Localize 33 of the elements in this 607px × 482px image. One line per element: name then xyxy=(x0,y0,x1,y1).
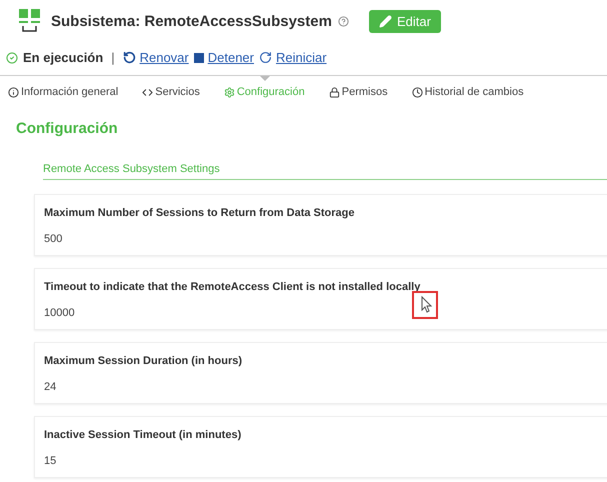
refresh-icon xyxy=(122,51,136,64)
action-link[interactable]: Detener xyxy=(194,50,254,65)
tab[interactable]: Historial de cambios xyxy=(412,86,524,98)
subsystem-logo-icon xyxy=(19,9,41,33)
code-icon xyxy=(142,86,154,98)
setting-label: Maximum Session Duration (in hours) xyxy=(44,355,244,367)
clock-icon xyxy=(412,86,423,98)
status-label: En ejecución xyxy=(23,50,104,65)
separator: | xyxy=(111,50,115,65)
section-heading: Configuración xyxy=(15,119,119,137)
setting-label: Timeout to indicate that the RemoteAccess Client is not installed locally xyxy=(44,281,422,293)
help-icon[interactable] xyxy=(338,16,349,26)
action-link[interactable]: Renovar xyxy=(122,50,189,65)
setting-value: 10000 xyxy=(44,307,76,319)
group-title: Remote Access Subsystem Settings xyxy=(43,163,607,180)
pencil-icon xyxy=(378,14,392,28)
restart-icon xyxy=(258,51,272,64)
setting-label: Inactive Session Timeout (in minutes) xyxy=(44,429,242,441)
tab[interactable]: Permisos xyxy=(328,86,388,98)
stop-icon xyxy=(194,52,204,62)
cursor-highlight-icon xyxy=(412,291,438,319)
setting-label: Maximum Number of Sessions to Return from Data Storage xyxy=(44,207,356,219)
tab[interactable]: Servicios xyxy=(142,86,200,98)
gear-icon xyxy=(224,86,235,98)
info-icon xyxy=(8,86,19,98)
setting-value: 24 xyxy=(44,381,58,393)
setting-value: 15 xyxy=(44,455,58,467)
page-title: Subsistema: RemoteAccessSubsystem xyxy=(51,12,332,30)
running-status-icon xyxy=(6,52,18,64)
tab[interactable]: Información general xyxy=(8,86,118,98)
lock-icon xyxy=(328,86,340,98)
setting-value: 500 xyxy=(44,233,64,245)
action-link[interactable]: Reiniciar xyxy=(258,50,327,65)
